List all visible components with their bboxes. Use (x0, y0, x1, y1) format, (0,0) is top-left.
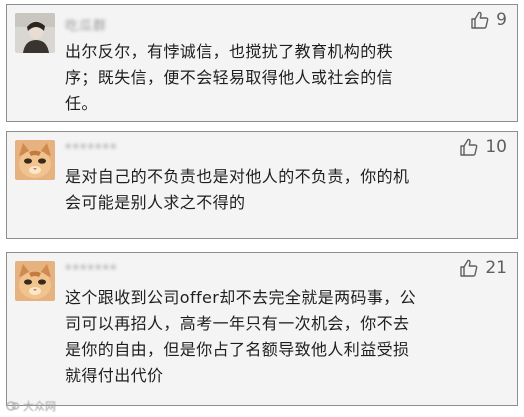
like-count: 9 (496, 10, 507, 30)
comment-card: 吃瓜群 9 出尔反尔，有悖诚信，也搅扰了教育机构的秩 序；既失信，便不会轻易取得… (6, 4, 518, 122)
like-count: 21 (485, 258, 507, 278)
avatar[interactable] (15, 261, 55, 301)
avatar[interactable] (15, 13, 55, 53)
username[interactable]: ******* (65, 263, 118, 278)
comment-card: ******* 10 是对自己的不负责也是对他人的不负责，你的机 会可能是别人求… (6, 131, 518, 239)
like-button[interactable]: 10 (459, 136, 507, 158)
comment-feed: 吃瓜群 9 出尔反尔，有悖诚信，也搅扰了教育机构的秩 序；既失信，便不会轻易取得… (0, 0, 524, 417)
avatar[interactable] (15, 140, 55, 180)
thumbs-up-icon (460, 259, 478, 277)
like-count: 10 (485, 137, 507, 157)
username[interactable]: ******* (65, 142, 118, 157)
comment-text: 这个跟收到公司offer却不去完全就是两码事，公 司可以再招人，高考一年只有一次… (65, 288, 417, 385)
username[interactable]: 吃瓜群 (65, 15, 107, 34)
watermark: 大众网 (6, 398, 56, 414)
like-button[interactable]: 21 (459, 257, 507, 279)
watermark-logo-icon (6, 401, 20, 411)
avatar-photo-icon (15, 13, 55, 53)
thumbs-up-icon (460, 138, 478, 156)
like-button[interactable]: 9 (470, 9, 507, 31)
comment-text: 出尔反尔，有悖诚信，也搅扰了教育机构的秩 序；既失信，便不会轻易取得他人或社会的… (65, 42, 394, 113)
thumbs-up-icon (471, 11, 489, 29)
watermark-text: 大众网 (23, 400, 56, 413)
comment-card: ******* 21 这个跟收到公司offer却不去完全就是两码事，公 司可以再… (6, 252, 518, 406)
comment-text: 是对自己的不负责也是对他人的不负责，你的机 会可能是别人求之不得的 (65, 167, 410, 212)
cat-avatar-icon (15, 261, 55, 301)
cat-avatar-icon (15, 140, 55, 180)
